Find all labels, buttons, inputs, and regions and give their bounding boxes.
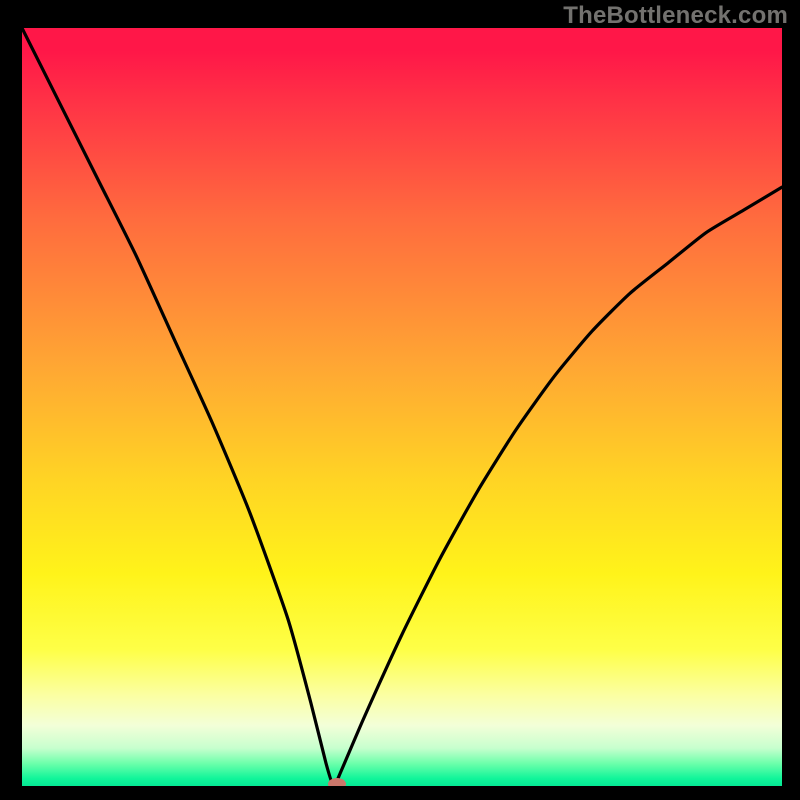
minimum-marker	[328, 778, 346, 786]
plot-area	[22, 28, 782, 786]
bottleneck-curve	[22, 28, 782, 786]
curve-svg	[22, 28, 782, 786]
chart-frame: TheBottleneck.com	[0, 0, 800, 800]
watermark-text: TheBottleneck.com	[563, 2, 788, 30]
